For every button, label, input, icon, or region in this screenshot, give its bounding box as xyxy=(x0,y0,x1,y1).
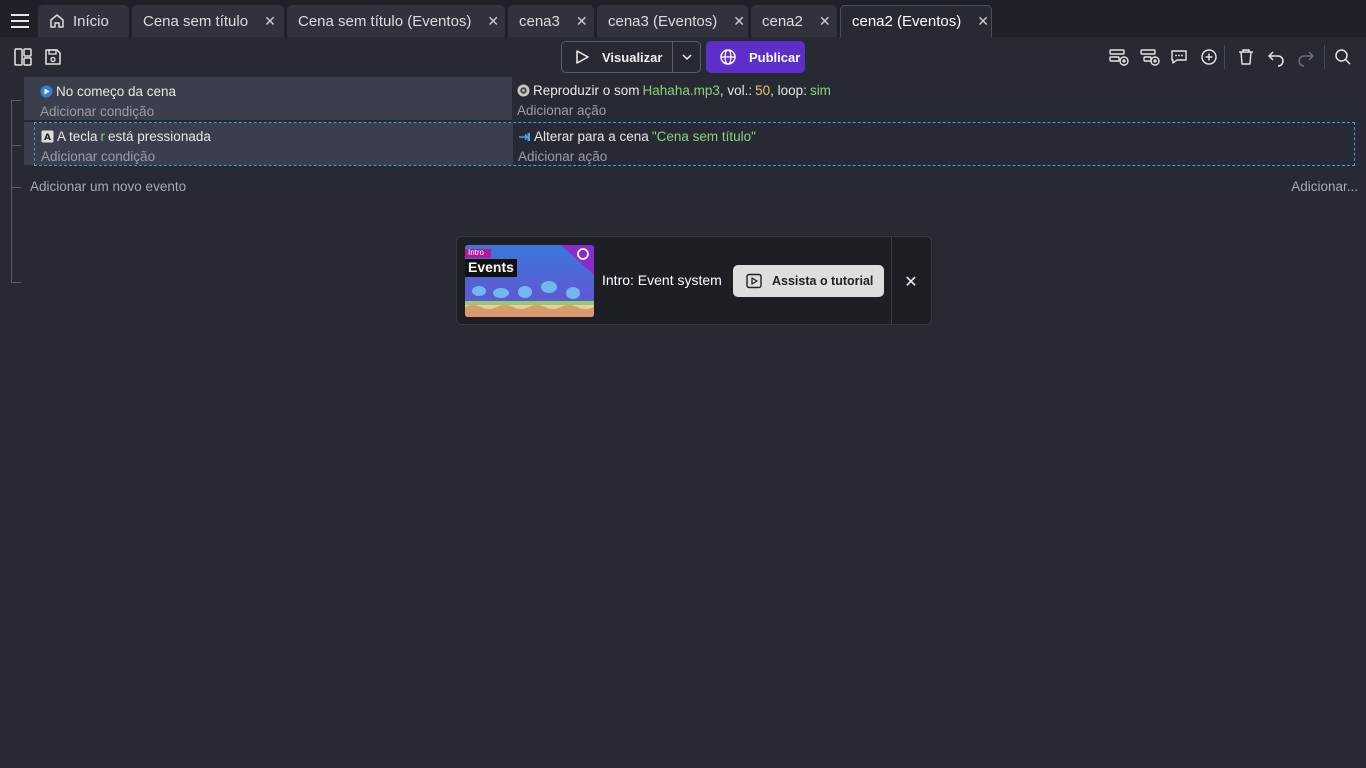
play-icon xyxy=(576,50,589,64)
add-condition-link[interactable]: Adicionar condição xyxy=(40,101,506,122)
volume-param: 50 xyxy=(755,82,771,98)
event-row[interactable]: No começo da cena Adicionar condição Rep… xyxy=(34,77,1355,120)
tree-line xyxy=(11,100,12,283)
close-icon[interactable]: ✕ xyxy=(900,272,922,292)
tree-line xyxy=(11,145,21,146)
tab-label: cena3 xyxy=(519,12,560,30)
tab-cena3[interactable]: cena3 ✕ xyxy=(508,5,594,37)
condition-item[interactable]: A A tecla r está pressionada xyxy=(41,126,507,146)
tutorial-title: Intro: Event system xyxy=(602,272,722,288)
tutorial-card: Intro Events Intro: Event system Assista… xyxy=(456,236,932,325)
vol-label: , vol.: xyxy=(719,82,753,98)
home-icon xyxy=(49,13,65,29)
add-new-event-link[interactable]: Adicionar um novo evento xyxy=(30,179,186,194)
preview-button[interactable]: Visualizar xyxy=(562,42,672,72)
keyboard-key-icon: A xyxy=(41,130,54,143)
add-subevent-icon[interactable] xyxy=(1138,45,1162,69)
action-prefix: Alterar para a cena xyxy=(534,128,649,144)
loop-label: , loop: xyxy=(770,82,807,98)
chevron-down-icon[interactable] xyxy=(672,42,700,72)
tutorial-separator xyxy=(891,237,892,324)
editor-tabs: Início Cena sem título ✕ Cena sem título… xyxy=(38,5,992,37)
tab-label: cena3 (Eventos) xyxy=(608,12,718,30)
redo-icon[interactable] xyxy=(1294,45,1318,69)
event-gutter[interactable] xyxy=(24,122,34,165)
tab-label: Início xyxy=(73,12,109,30)
tab-cena-sem-titulo-eventos[interactable]: Cena sem título (Eventos) ✕ xyxy=(287,5,505,37)
event-actions: Reproduzir o som Hahaha.mp3 , vol.: 50 ,… xyxy=(512,77,1355,120)
video-play-icon xyxy=(746,273,762,289)
event-gutter[interactable] xyxy=(24,77,34,120)
watch-tutorial-button[interactable]: Assista o tutorial xyxy=(733,265,884,297)
preview-group: Visualizar xyxy=(561,41,702,73)
tab-cena2[interactable]: cena2 ✕ xyxy=(751,5,837,37)
sound-file-param: Hahaha.mp3 xyxy=(642,82,720,98)
close-icon[interactable]: ✕ xyxy=(264,13,276,30)
close-icon[interactable]: ✕ xyxy=(487,13,499,30)
toolbar: Visualizar Publicar xyxy=(0,37,1366,77)
close-icon[interactable]: ✕ xyxy=(733,13,745,30)
add-more-icon[interactable] xyxy=(1197,45,1221,69)
event-conditions: No começo da cena Adicionar condição xyxy=(34,77,512,120)
scene-param: "Cena sem título" xyxy=(651,128,756,144)
watch-tutorial-label: Assista o tutorial xyxy=(772,274,874,288)
add-action-link[interactable]: Adicionar ação xyxy=(518,146,1349,167)
close-icon[interactable]: ✕ xyxy=(977,13,989,30)
preview-label: Visualizar xyxy=(602,49,663,65)
toolbar-separator xyxy=(1224,45,1225,69)
add-comment-icon[interactable] xyxy=(1167,45,1191,69)
close-icon[interactable]: ✕ xyxy=(576,13,588,30)
loop-param: sim xyxy=(809,82,831,98)
tab-label: Cena sem título (Eventos) xyxy=(298,12,472,30)
tab-label: cena2 (Eventos) xyxy=(852,13,962,30)
close-icon[interactable]: ✕ xyxy=(819,13,831,30)
search-icon[interactable] xyxy=(1331,45,1355,69)
add-action-link[interactable]: Adicionar ação xyxy=(517,100,1350,121)
condition-item[interactable]: No começo da cena xyxy=(40,81,506,101)
tab-label: Cena sem título xyxy=(143,12,249,30)
tab-cena3-eventos[interactable]: cena3 (Eventos) ✕ xyxy=(597,5,748,37)
publish-button[interactable]: Publicar xyxy=(706,41,805,73)
key-param: r xyxy=(100,128,106,144)
condition-suffix: está pressionada xyxy=(108,128,211,144)
sound-icon xyxy=(517,84,530,97)
add-more-link[interactable]: Adicionar... xyxy=(1291,179,1358,194)
tab-bar: Início Cena sem título ✕ Cena sem título… xyxy=(0,0,1366,37)
tree-line xyxy=(11,187,21,188)
action-prefix: Reproduzir o som xyxy=(533,82,640,98)
tab-label: cena2 xyxy=(762,12,803,30)
tab-cena-sem-titulo[interactable]: Cena sem título ✕ xyxy=(132,5,284,37)
publish-label: Publicar xyxy=(749,49,801,65)
event-actions: Alterar para a cena "Cena sem título" Ad… xyxy=(513,123,1354,165)
trash-icon[interactable] xyxy=(1234,45,1258,69)
svg-text:A: A xyxy=(44,133,51,143)
undo-icon[interactable] xyxy=(1264,45,1288,69)
thumb-badge: Intro xyxy=(468,248,485,257)
event-row-selected[interactable]: A A tecla r está pressionada Adicionar c… xyxy=(34,122,1355,166)
change-scene-icon xyxy=(518,130,531,143)
globe-icon xyxy=(720,49,736,65)
tree-line xyxy=(11,100,21,101)
hamburger-menu-icon[interactable] xyxy=(6,8,34,34)
event-conditions: A A tecla r está pressionada Adicionar c… xyxy=(35,123,513,165)
condition-prefix: A tecla xyxy=(57,128,98,144)
add-event-icon[interactable] xyxy=(1107,45,1131,69)
tutorial-thumbnail[interactable]: Intro Events xyxy=(465,245,594,317)
action-item[interactable]: Reproduzir o som Hahaha.mp3 , vol.: 50 ,… xyxy=(517,80,1350,100)
thumb-title: Events xyxy=(468,259,514,275)
panels-layout-icon[interactable] xyxy=(11,45,35,69)
condition-text: No começo da cena xyxy=(56,83,177,99)
add-condition-link[interactable]: Adicionar condição xyxy=(41,146,507,167)
scene-start-icon xyxy=(40,85,53,98)
tree-line xyxy=(11,282,21,283)
save-icon[interactable] xyxy=(41,45,65,69)
action-item[interactable]: Alterar para a cena "Cena sem título" xyxy=(518,126,1349,146)
tab-home[interactable]: Início xyxy=(38,5,129,37)
tab-cena2-eventos[interactable]: cena2 (Eventos) ✕ xyxy=(840,5,992,37)
toolbar-separator xyxy=(1324,45,1325,69)
